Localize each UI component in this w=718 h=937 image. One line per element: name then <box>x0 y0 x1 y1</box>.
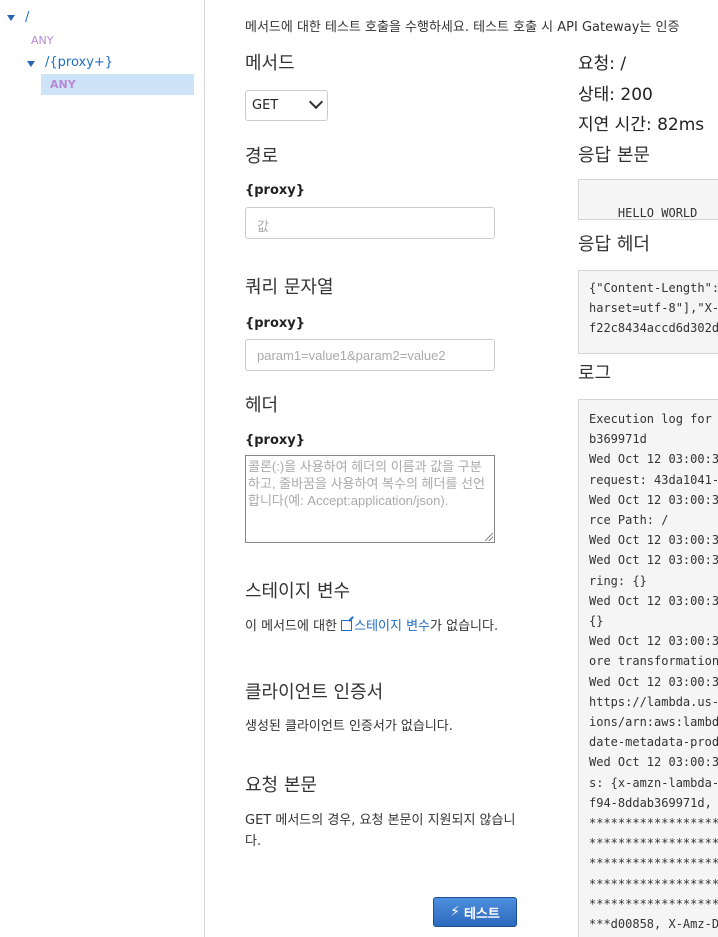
result-request: 요청: / <box>578 54 627 74</box>
log-line: rce Path: / <box>589 513 669 527</box>
log-line: s: {x-amzn-lambda-i <box>589 775 718 790</box>
log-line: b369971d <box>589 432 647 447</box>
chevron-down-icon <box>308 94 324 110</box>
client-cert-heading: 클라이언트 인증서 <box>245 682 384 703</box>
log-line: f94-8ddab369971d, A <box>589 795 718 810</box>
log-line: ******************* <box>589 876 718 891</box>
stage-vars-text: 이 메서드에 대한 스테이지 변수가 없습니다. <box>245 616 525 637</box>
log-line: date-metadata-produ <box>589 735 718 750</box>
method-select-value: GET <box>252 98 279 113</box>
request-body-text: GET 메서드의 경우, 요청 본문이 지원되지 않습니다. <box>245 813 516 849</box>
result-latency: 지연 시간: 82ms <box>578 115 705 135</box>
log-line: ******************* <box>589 856 718 871</box>
stage-vars-link-label: 스테이지 변수 <box>354 619 431 634</box>
log-line: ******************* <box>589 836 718 851</box>
log-line: ions/arn:aws:lambda <box>589 715 718 729</box>
log-line: {} <box>589 614 604 628</box>
tree-root-resource[interactable]: / <box>25 10 29 25</box>
stage-vars-link[interactable]: 스테이지 변수 <box>341 619 430 634</box>
external-link-icon <box>341 620 353 631</box>
logs-box[interactable]: Execution log for r b369971d Wed Oct 12 03… <box>578 399 718 937</box>
method-heading: 메서드 <box>245 53 295 74</box>
query-param-label: {proxy} <box>245 316 306 331</box>
headers-heading: 헤더 <box>245 395 279 416</box>
response-body-box: HELLO WORLD <box>578 179 718 220</box>
log-line: Wed Oct 12 03:00:34 <box>589 674 718 689</box>
headers-param-label: {proxy} <box>245 433 306 448</box>
query-proxy-input[interactable]: param1=value1&param2=value2 <box>245 339 495 371</box>
tree-root-method-any[interactable]: ANY <box>31 34 53 47</box>
tree-proxy-method-any[interactable]: ANY <box>50 78 76 91</box>
intro-text: 메서드에 대한 테스트 호출을 수행하세요. 테스트 호출 시 API Gate… <box>245 20 680 35</box>
method-select[interactable]: GET <box>245 90 328 121</box>
log-line: Wed Oct 12 03:00:34 <box>589 553 718 568</box>
response-header-line: harset=utf-8"],"X-A <box>589 301 718 315</box>
log-line: Wed Oct 12 03:00:34 <box>589 452 718 467</box>
stage-vars-heading: 스테이지 변수 <box>245 581 351 602</box>
stage-vars-text-after: 가 없습니다. <box>430 619 499 634</box>
response-header-line: f22c8434accd6d302dc <box>589 321 718 335</box>
headers-textarea[interactable]: 콜론(:)을 사용하여 헤더의 이름과 값을 구분하고, 줄바꿈을 사용하여 복… <box>245 455 495 543</box>
resource-tree: / ANY /{proxy+} ANY <box>0 0 205 937</box>
log-line: ***d00858, X-Amz-Da <box>589 917 718 931</box>
log-line: Wed Oct 12 03:00:34 <box>589 533 718 548</box>
log-line: Wed Oct 12 03:00:34 <box>589 593 718 608</box>
log-line: ring: {} <box>589 573 647 588</box>
result-status: 상태: 200 <box>578 85 653 105</box>
log-line: Wed Oct 12 03:00:34 <box>589 755 718 770</box>
test-panel: 메서드에 대한 테스트 호출을 수행하세요. 테스트 호출 시 API Gate… <box>205 0 718 937</box>
caret-down-icon[interactable] <box>27 61 35 67</box>
log-line: Wed Oct 12 03:00:34 <box>589 634 718 649</box>
log-line: Wed Oct 12 03:00:34 <box>589 492 718 507</box>
lightning-icon: ⚡ <box>450 904 460 920</box>
path-heading: 경로 <box>245 146 279 167</box>
headers-placeholder: 콜론(:)을 사용하여 헤더의 이름과 값을 구분하고, 줄바꿈을 사용하여 복… <box>248 459 485 508</box>
caret-down-icon[interactable] <box>7 15 15 21</box>
logs-heading: 로그 <box>578 363 612 384</box>
test-button-label: 테스트 <box>463 906 500 922</box>
log-line: ******************* <box>589 896 718 911</box>
query-heading: 쿼리 문자열 <box>245 277 334 298</box>
log-line: https://lambda.us-we <box>589 694 718 709</box>
response-headers-box: {"Content-Length":[ harset=utf-8"],"X-A f2… <box>578 270 718 354</box>
log-line: request: 43da1041-2 <box>589 472 718 487</box>
log-line: ******************* <box>589 816 718 830</box>
resize-grip-icon[interactable] <box>485 533 493 541</box>
stage-vars-text-before: 이 메서드에 대한 <box>245 619 342 634</box>
request-body-heading: 요청 본문 <box>245 775 317 796</box>
response-body-heading: 응답 본문 <box>578 145 650 166</box>
log-line: ore transformations <box>589 654 718 669</box>
path-param-label: {proxy} <box>245 183 306 198</box>
response-body-text: HELLO WORLD <box>617 206 698 220</box>
tree-proxy-resource[interactable]: /{proxy+} <box>45 55 113 70</box>
client-cert-text: 생성된 클라이언트 인증서가 없습니다. <box>245 719 453 734</box>
log-line: Execution log for r <box>589 412 718 426</box>
path-proxy-input[interactable]: 값 <box>245 207 495 239</box>
response-header-line: {"Content-Length":[ <box>589 281 718 295</box>
test-button[interactable]: ⚡ 테스트 <box>433 897 517 927</box>
response-headers-heading: 응답 헤더 <box>578 234 650 255</box>
